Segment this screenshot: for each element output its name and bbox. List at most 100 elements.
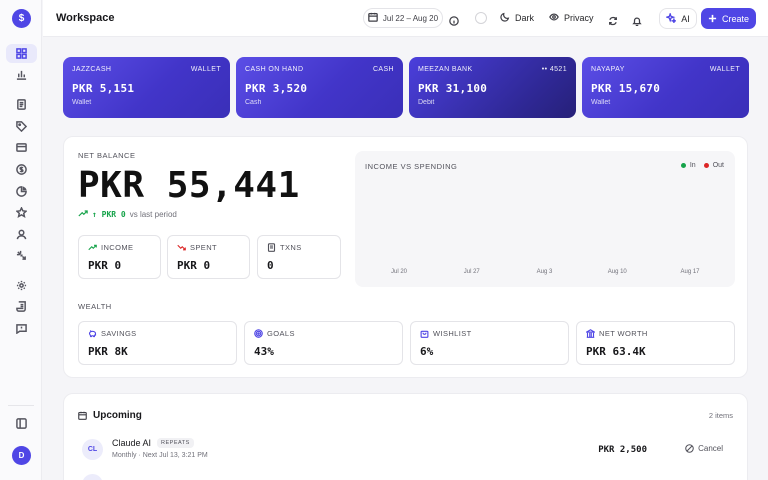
star-icon <box>16 207 27 218</box>
sidebar-item-tags[interactable] <box>6 117 37 136</box>
wealth-card-wishlist[interactable]: WISHLIST 6% <box>410 321 569 365</box>
net-balance-amount: PKR 55,441 <box>78 165 300 206</box>
bell-icon[interactable] <box>632 13 642 31</box>
cancel-button[interactable]: Cancel <box>685 444 723 453</box>
account-type: WALLET <box>190 66 221 73</box>
stat-value: PKR 0 <box>177 259 211 272</box>
account-type: •• 4521 <box>541 66 567 73</box>
document-icon <box>17 99 26 110</box>
app-logo-icon[interactable]: $ <box>12 9 31 28</box>
status-indicator[interactable] <box>475 12 487 24</box>
calendar-clock-icon <box>78 411 87 420</box>
wealth-card-savings[interactable]: SAVINGS PKR 8K <box>78 321 237 365</box>
account-card-nayapay[interactable]: NAYAPAY WALLET PKR 15,670 Wallet <box>582 57 749 118</box>
user-icon <box>16 229 27 240</box>
ai-label: AI <box>681 13 690 24</box>
account-name: NAYAPAY <box>591 66 625 73</box>
wealth-item-value: 43% <box>254 345 274 358</box>
inbox-icon <box>16 143 27 152</box>
account-card-cash[interactable]: CASH ON HAND CASH PKR 3,520 Cash <box>236 57 403 118</box>
refresh-icon[interactable] <box>608 13 618 31</box>
wealth-item-label: GOALS <box>267 329 295 338</box>
trend-value: ↑ PKR 0 <box>92 210 126 219</box>
account-amount: PKR 15,670 <box>591 82 661 95</box>
wealth-item-value: PKR 63.4K <box>586 345 646 358</box>
account-subtype: Wallet <box>591 99 611 106</box>
moon-icon <box>500 12 510 24</box>
stat-label: INCOME <box>101 243 134 252</box>
upcoming-meta: Monthly · Next Jul 13, 3:21 PM <box>112 452 208 459</box>
sidebar-item-integrations[interactable] <box>6 246 37 265</box>
privacy-toggle[interactable]: Privacy <box>549 12 594 24</box>
trend-suffix: vs last period <box>129 210 177 219</box>
account-name: CASH ON HAND <box>245 66 304 73</box>
x-tick-label: Jul 20 <box>390 269 408 275</box>
target-icon <box>254 329 263 338</box>
net-balance-label: NET BALANCE <box>78 151 136 160</box>
sidebar-collapse-toggle[interactable] <box>6 414 37 433</box>
wealth-card-net-worth[interactable]: NET WORTH PKR 63.4K <box>576 321 735 365</box>
x-tick-label: Aug 17 <box>680 269 700 275</box>
sidebar-item-favorites[interactable] <box>6 203 37 222</box>
date-range-picker[interactable]: Jul 22 – Aug 20 <box>363 8 443 28</box>
account-card-meezan[interactable]: MEEZAN BANK •• 4521 PKR 31,100 Debit <box>409 57 576 118</box>
account-card-jazzcash[interactable]: JAZZCASH WALLET PKR 5,151 Wallet <box>63 57 230 118</box>
plus-icon <box>708 14 717 23</box>
sidebar-item-currency[interactable] <box>6 160 37 179</box>
account-amount: PKR 5,151 <box>72 82 135 95</box>
calendar-icon <box>368 12 378 24</box>
upcoming-avatar <box>82 474 103 480</box>
top-header: Workspace Jul 22 – Aug 20 Dark Privacy A… <box>43 0 768 37</box>
wealth-label: WEALTH <box>78 302 112 311</box>
dollar-circle-icon <box>16 164 27 175</box>
sidebar-item-feedback[interactable] <box>6 319 37 338</box>
account-subtype: Debit <box>418 99 435 106</box>
user-avatar[interactable]: D <box>12 446 31 465</box>
chart-legend: In Out <box>680 162 724 169</box>
scroll-icon <box>16 301 26 312</box>
upcoming-title: Upcoming <box>78 410 142 421</box>
sidebar-item-settings[interactable] <box>6 276 37 295</box>
dark-mode-toggle[interactable]: Dark <box>500 12 534 24</box>
wealth-item-label: NET WORTH <box>599 329 648 338</box>
stat-card-spent: SPENT PKR 0 <box>167 235 250 279</box>
grid-icon <box>16 48 27 59</box>
plug-icon <box>16 250 26 260</box>
wealth-card-goals[interactable]: GOALS 43% <box>244 321 403 365</box>
account-name: MEEZAN BANK <box>418 66 473 73</box>
stat-card-txns: TXNS 0 <box>257 235 341 279</box>
upcoming-item[interactable]: CL Claude AI REPEATS Monthly · Next Jul … <box>82 437 723 465</box>
sidebar-item-pie[interactable] <box>6 182 37 201</box>
wealth-item-label: WISHLIST <box>433 329 472 338</box>
trend-up-icon <box>78 210 88 219</box>
privacy-label: Privacy <box>564 13 594 23</box>
stat-label: TXNS <box>280 243 302 252</box>
sidebar-item-profile[interactable] <box>6 225 37 244</box>
receipt-icon <box>267 243 276 252</box>
wealth-item-value: PKR 8K <box>88 345 128 358</box>
create-button[interactable]: Create <box>701 8 756 29</box>
pie-chart-icon <box>16 186 27 197</box>
date-range-label: Jul 22 – Aug 20 <box>382 13 439 23</box>
account-type: CASH <box>372 66 394 73</box>
eye-icon <box>549 12 559 24</box>
info-icon[interactable] <box>449 13 459 31</box>
sidebar-item-analytics[interactable] <box>6 65 37 84</box>
gear-icon <box>16 280 27 291</box>
upcoming-panel: Upcoming 2 items CL Claude AI REPEATS Mo… <box>63 393 748 480</box>
bar-chart-icon <box>16 70 27 80</box>
upcoming-amount: PKR 2,500 <box>598 445 647 455</box>
message-icon <box>16 324 27 334</box>
upcoming-avatar: CL <box>82 439 103 460</box>
trend-down-icon <box>177 244 186 251</box>
upcoming-item-partial[interactable] <box>82 472 723 480</box>
sidebar-item-receipts[interactable] <box>6 297 37 316</box>
account-amount: PKR 3,520 <box>245 82 308 95</box>
overview-panel: NET BALANCE PKR 55,441 ↑ PKR 0 vs last p… <box>63 136 748 378</box>
sidebar-item-archive[interactable] <box>6 138 37 157</box>
stat-label: SPENT <box>190 243 218 252</box>
ai-button[interactable]: AI <box>659 8 697 29</box>
sidebar-item-reports[interactable] <box>6 95 37 114</box>
wealth-item-value: 6% <box>420 345 434 358</box>
sidebar-item-dashboard[interactable] <box>6 44 37 63</box>
